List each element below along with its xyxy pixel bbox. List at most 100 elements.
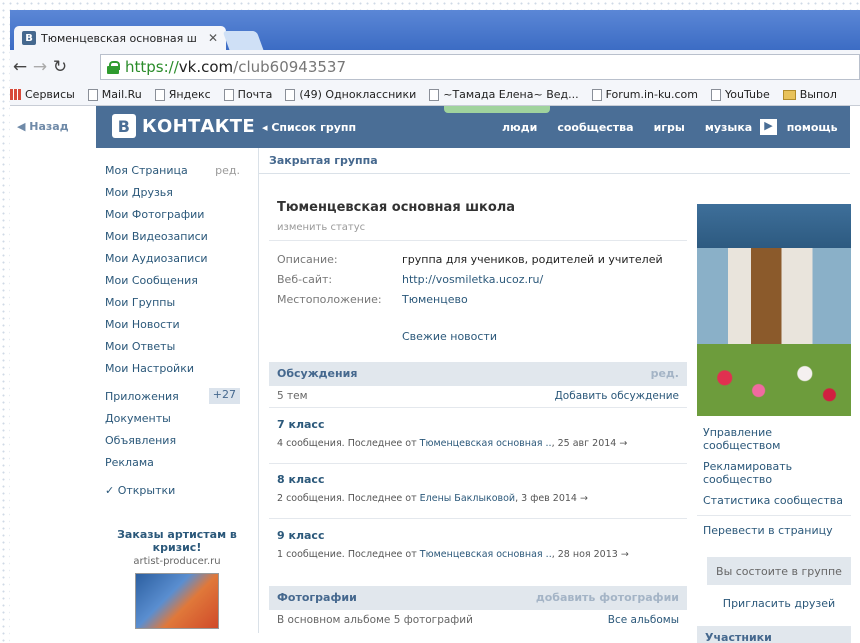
website-link[interactable]: http://vosmiletka.ucoz.ru/ <box>402 273 543 286</box>
play-arrow-icon[interactable]: ▶ <box>760 119 777 135</box>
bookmark-ok[interactable]: (49) Одноклассники <box>285 88 416 101</box>
bookmark-label: Mail.Ru <box>101 88 142 101</box>
right-column: Управление сообществом Рекламировать соо… <box>697 204 851 643</box>
back-arrow-icon[interactable]: ← <box>10 57 30 77</box>
edit-status-link[interactable]: изменить статус <box>277 222 365 233</box>
all-albums-link[interactable]: Все альбомы <box>608 614 679 628</box>
menu-messages[interactable]: Мои Сообщения <box>105 274 248 296</box>
photos-title[interactable]: Фотографии <box>277 591 357 605</box>
page-icon <box>87 88 98 101</box>
page-icon <box>223 88 234 101</box>
bookmark-tamada[interactable]: ~Тамада Елена~ Вед... <box>429 88 579 101</box>
menu-label: Мои Группы <box>105 296 176 309</box>
menu-label: Объявления <box>105 434 177 447</box>
menu-groups[interactable]: Мои Группы <box>105 296 248 318</box>
bookmark-mail[interactable]: Почта <box>223 88 272 101</box>
bookmark-forum[interactable]: Forum.in-ku.com <box>591 88 698 101</box>
edit-link[interactable]: ред. <box>215 164 240 186</box>
topic-author-link[interactable]: Тюменцевская основная .. <box>420 438 552 449</box>
ad-title: Заказы артистам в кризис! <box>117 528 237 554</box>
convert-to-page-link[interactable]: Перевести в страницу <box>703 524 851 537</box>
nav-music[interactable]: музыка <box>705 121 752 135</box>
nav-people[interactable]: люди <box>502 121 537 135</box>
menu-my-page[interactable]: Моя Страница ред. <box>105 164 248 186</box>
topic-author-link[interactable]: Елены Баклыковой <box>420 493 515 504</box>
discussions-edit-link[interactable]: ред. <box>651 367 679 381</box>
new-tab-button[interactable] <box>222 31 264 50</box>
topic-title[interactable]: 9 класс <box>277 529 687 542</box>
bookmark-folder[interactable]: Выпол <box>782 88 837 101</box>
bookmark-yandex[interactable]: Яндекс <box>154 88 211 101</box>
nav-communities[interactable]: сообщества <box>557 121 633 135</box>
tab-title: Тюменцевская основная ш <box>41 31 197 45</box>
menu-friends[interactable]: Мои Друзья <box>105 186 248 208</box>
bookmark-youtube[interactable]: YouTube <box>711 88 770 101</box>
topic-date[interactable]: , 3 фев 2014 → <box>515 493 588 504</box>
community-stats-link[interactable]: Статистика сообщества <box>703 494 851 507</box>
menu-answers[interactable]: Мои Ответы <box>105 340 248 362</box>
add-photos-link[interactable]: добавить фотографии <box>536 591 679 605</box>
bookmark-label: YouTube <box>725 88 770 101</box>
add-discussion-link[interactable]: Добавить обсуждение <box>555 390 679 403</box>
nav-games[interactable]: игры <box>654 121 685 135</box>
topic-item: 9 класс 1 сообщение. Последнее от Тюменц… <box>277 529 687 560</box>
back-link[interactable]: ◀ Назад <box>17 120 69 133</box>
bookmark-mailru[interactable]: Mail.Ru <box>87 88 142 101</box>
browser-tab[interactable]: В Тюменцевская основная ш ✕ <box>14 26 226 50</box>
close-tab-icon[interactable]: ✕ <box>208 31 218 45</box>
menu-videos[interactable]: Мои Видеозаписи <box>105 230 248 252</box>
manage-community-link[interactable]: Управление сообществом <box>703 426 851 452</box>
menu-photos[interactable]: Мои Фотографии <box>105 208 248 230</box>
topic-meta-text: 1 сообщение. Последнее от <box>277 549 420 560</box>
menu-label: Реклама <box>105 456 154 469</box>
menu-postcards[interactable]: ✓ Открытки <box>105 484 248 506</box>
forward-arrow-icon[interactable]: → <box>30 57 50 77</box>
topic-date[interactable]: , 25 авг 2014 → <box>552 438 628 449</box>
location-link[interactable]: Тюменцево <box>402 293 468 306</box>
page-icon <box>285 88 296 101</box>
menu-news[interactable]: Мои Новости <box>105 318 248 340</box>
topic-title[interactable]: 7 класс <box>277 418 687 431</box>
topic-author-link[interactable]: Тюменцевская основная .. <box>420 549 552 560</box>
location-label: Местоположение: <box>277 293 382 306</box>
bookmark-label: Сервисы <box>25 88 75 101</box>
page-icon <box>591 88 602 101</box>
photos-header: Фотографии добавить фотографии <box>269 586 687 610</box>
menu-audio[interactable]: Мои Аудиозаписи <box>105 252 248 274</box>
vk-logo[interactable]: В КОНТАКТЕ <box>112 114 255 138</box>
fresh-news-link[interactable]: Свежие новости <box>402 330 497 343</box>
discussions-subheader: 5 тем Добавить обсуждение <box>269 386 687 408</box>
bookmark-label: Яндекс <box>168 88 211 101</box>
menu-apps[interactable]: Приложения +27 <box>105 388 248 412</box>
membership-button[interactable]: Вы состоите в группе <box>707 557 851 585</box>
menu-ads[interactable]: Объявления <box>105 434 248 456</box>
menu-label: Приложения <box>105 390 179 403</box>
members-header[interactable]: Участники <box>697 626 851 643</box>
vk-logo-icon: В <box>112 114 136 138</box>
group-list-link[interactable]: ◂ Список групп <box>262 121 356 134</box>
topic-date[interactable]: , 28 ноя 2013 → <box>552 549 629 560</box>
bookmark-label: (49) Одноклассники <box>299 88 417 101</box>
promote-community-link[interactable]: Рекламировать сообщество <box>703 460 851 486</box>
topic-meta: 2 сообщения. Последнее от Елены Баклыков… <box>277 493 687 504</box>
menu-label: Мои Видеозаписи <box>105 230 208 243</box>
invite-friends-link[interactable]: Пригласить друзей <box>707 597 851 610</box>
page-icon <box>711 88 721 101</box>
topic-title[interactable]: 8 класс <box>277 473 687 486</box>
address-bar[interactable]: https://vk.com/club60943537 <box>100 54 860 80</box>
reload-icon[interactable]: ↻ <box>50 57 70 77</box>
nav-help[interactable]: помощь <box>787 121 838 135</box>
bookmark-services[interactable]: Сервисы <box>10 88 75 101</box>
ad-image[interactable] <box>135 573 219 629</box>
menu-documents[interactable]: Документы <box>105 412 248 434</box>
info-website: Веб-сайт: http://vosmiletka.ucoz.ru/ <box>277 273 687 286</box>
discussions-title[interactable]: Обсуждения <box>277 367 357 381</box>
divider <box>269 518 687 519</box>
menu-label: Документы <box>105 412 171 425</box>
menu-advertising[interactable]: Реклама <box>105 456 248 478</box>
photos-count: В основном альбоме 5 фотографий <box>277 614 473 626</box>
website-label: Веб-сайт: <box>277 273 333 286</box>
menu-settings[interactable]: Мои Настройки <box>105 362 248 384</box>
sidebar-ad[interactable]: Заказы артистам в кризис! artist-produce… <box>112 528 242 629</box>
group-avatar-photo[interactable] <box>697 204 851 416</box>
